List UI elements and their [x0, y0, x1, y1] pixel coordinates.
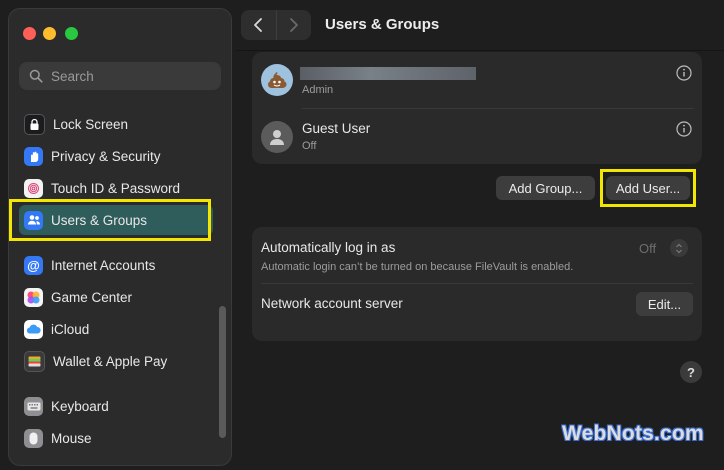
minimize-window-button[interactable]	[43, 27, 56, 40]
sidebar-item-lock-screen[interactable]: Lock Screen	[19, 109, 213, 139]
user-role: Admin	[302, 84, 334, 96]
chevron-right-icon	[289, 18, 298, 32]
sidebar-item-mouse[interactable]: Mouse	[19, 423, 213, 453]
info-icon[interactable]	[676, 121, 692, 137]
lock-icon	[24, 113, 45, 135]
back-button[interactable]	[241, 10, 276, 40]
sidebar-item-label: Lock Screen	[53, 116, 129, 132]
wallet-icon	[24, 350, 45, 372]
chevron-updown-icon	[676, 243, 682, 253]
game-center-icon	[24, 287, 43, 307]
sidebar-item-label: Internet Accounts	[51, 257, 156, 273]
sidebar-scrollbar[interactable]	[219, 306, 226, 438]
zoom-window-button[interactable]	[65, 27, 78, 40]
fingerprint-icon	[24, 178, 43, 198]
sidebar-item-label: Keyboard	[51, 398, 109, 414]
users-list: Admin Guest User Off	[252, 52, 702, 164]
hand-icon	[24, 146, 43, 166]
sidebar-item-icloud[interactable]: iCloud	[19, 314, 213, 344]
sidebar-item-label: Touch ID & Password	[51, 180, 181, 196]
chevron-left-icon	[254, 18, 263, 32]
sidebar-item-label: iCloud	[51, 321, 90, 337]
help-button[interactable]: ?	[680, 361, 702, 383]
login-settings: Automatically log in as Automatic login …	[252, 227, 702, 341]
search-icon	[29, 69, 43, 83]
cloud-icon	[24, 319, 43, 339]
row-separator	[261, 283, 693, 284]
highlight-add-user	[600, 169, 696, 207]
add-group-button[interactable]: Add Group...	[496, 176, 595, 200]
search-box[interactable]	[19, 62, 221, 90]
row-separator	[302, 108, 694, 109]
toolbar-divider	[236, 50, 724, 51]
person-silhouette-avatar	[261, 121, 293, 153]
info-icon[interactable]	[676, 65, 692, 81]
poop-emoji-avatar	[261, 64, 293, 96]
auto-login-label: Automatically log in as	[261, 240, 396, 255]
navigation-buttons	[241, 10, 311, 40]
page-title: Users & Groups	[325, 16, 440, 33]
auto-login-popup[interactable]	[670, 239, 688, 257]
settings-window: Lock Screen Privacy & Security Touch ID …	[0, 0, 724, 470]
redacted-username-bar	[300, 67, 476, 80]
user-role: Off	[302, 140, 317, 152]
sidebar-item-privacy-security[interactable]: Privacy & Security	[19, 141, 213, 171]
highlight-users-groups	[9, 199, 211, 241]
watermark: WebNots.com	[562, 422, 704, 445]
sidebar-item-label: Mouse	[51, 430, 92, 446]
sidebar-item-wallet[interactable]: Wallet & Apple Pay	[19, 346, 213, 376]
mouse-icon	[24, 428, 43, 448]
sidebar-item-label: Game Center	[51, 289, 133, 305]
sidebar-item-internet-accounts[interactable]: @ Internet Accounts	[19, 250, 213, 280]
sidebar-item-label: Privacy & Security	[51, 148, 161, 164]
sidebar-item-label: Wallet & Apple Pay	[53, 353, 168, 369]
forward-button[interactable]	[275, 10, 312, 40]
keyboard-icon	[24, 396, 43, 416]
user-row-guest[interactable]: Guest User Off	[252, 112, 702, 162]
search-input[interactable]	[49, 67, 213, 85]
user-row-admin[interactable]: Admin	[252, 56, 702, 106]
auto-login-value: Off	[639, 241, 657, 256]
network-account-label: Network account server	[261, 296, 403, 311]
close-window-button[interactable]	[23, 27, 36, 40]
sidebar-item-keyboard[interactable]: Keyboard	[19, 391, 213, 421]
edit-button[interactable]: Edit...	[636, 292, 693, 316]
auto-login-note: Automatic login can’t be turned on becau…	[261, 261, 574, 273]
user-name: Guest User	[302, 121, 371, 136]
at-icon: @	[24, 255, 43, 275]
sidebar-item-game-center[interactable]: Game Center	[19, 282, 213, 312]
